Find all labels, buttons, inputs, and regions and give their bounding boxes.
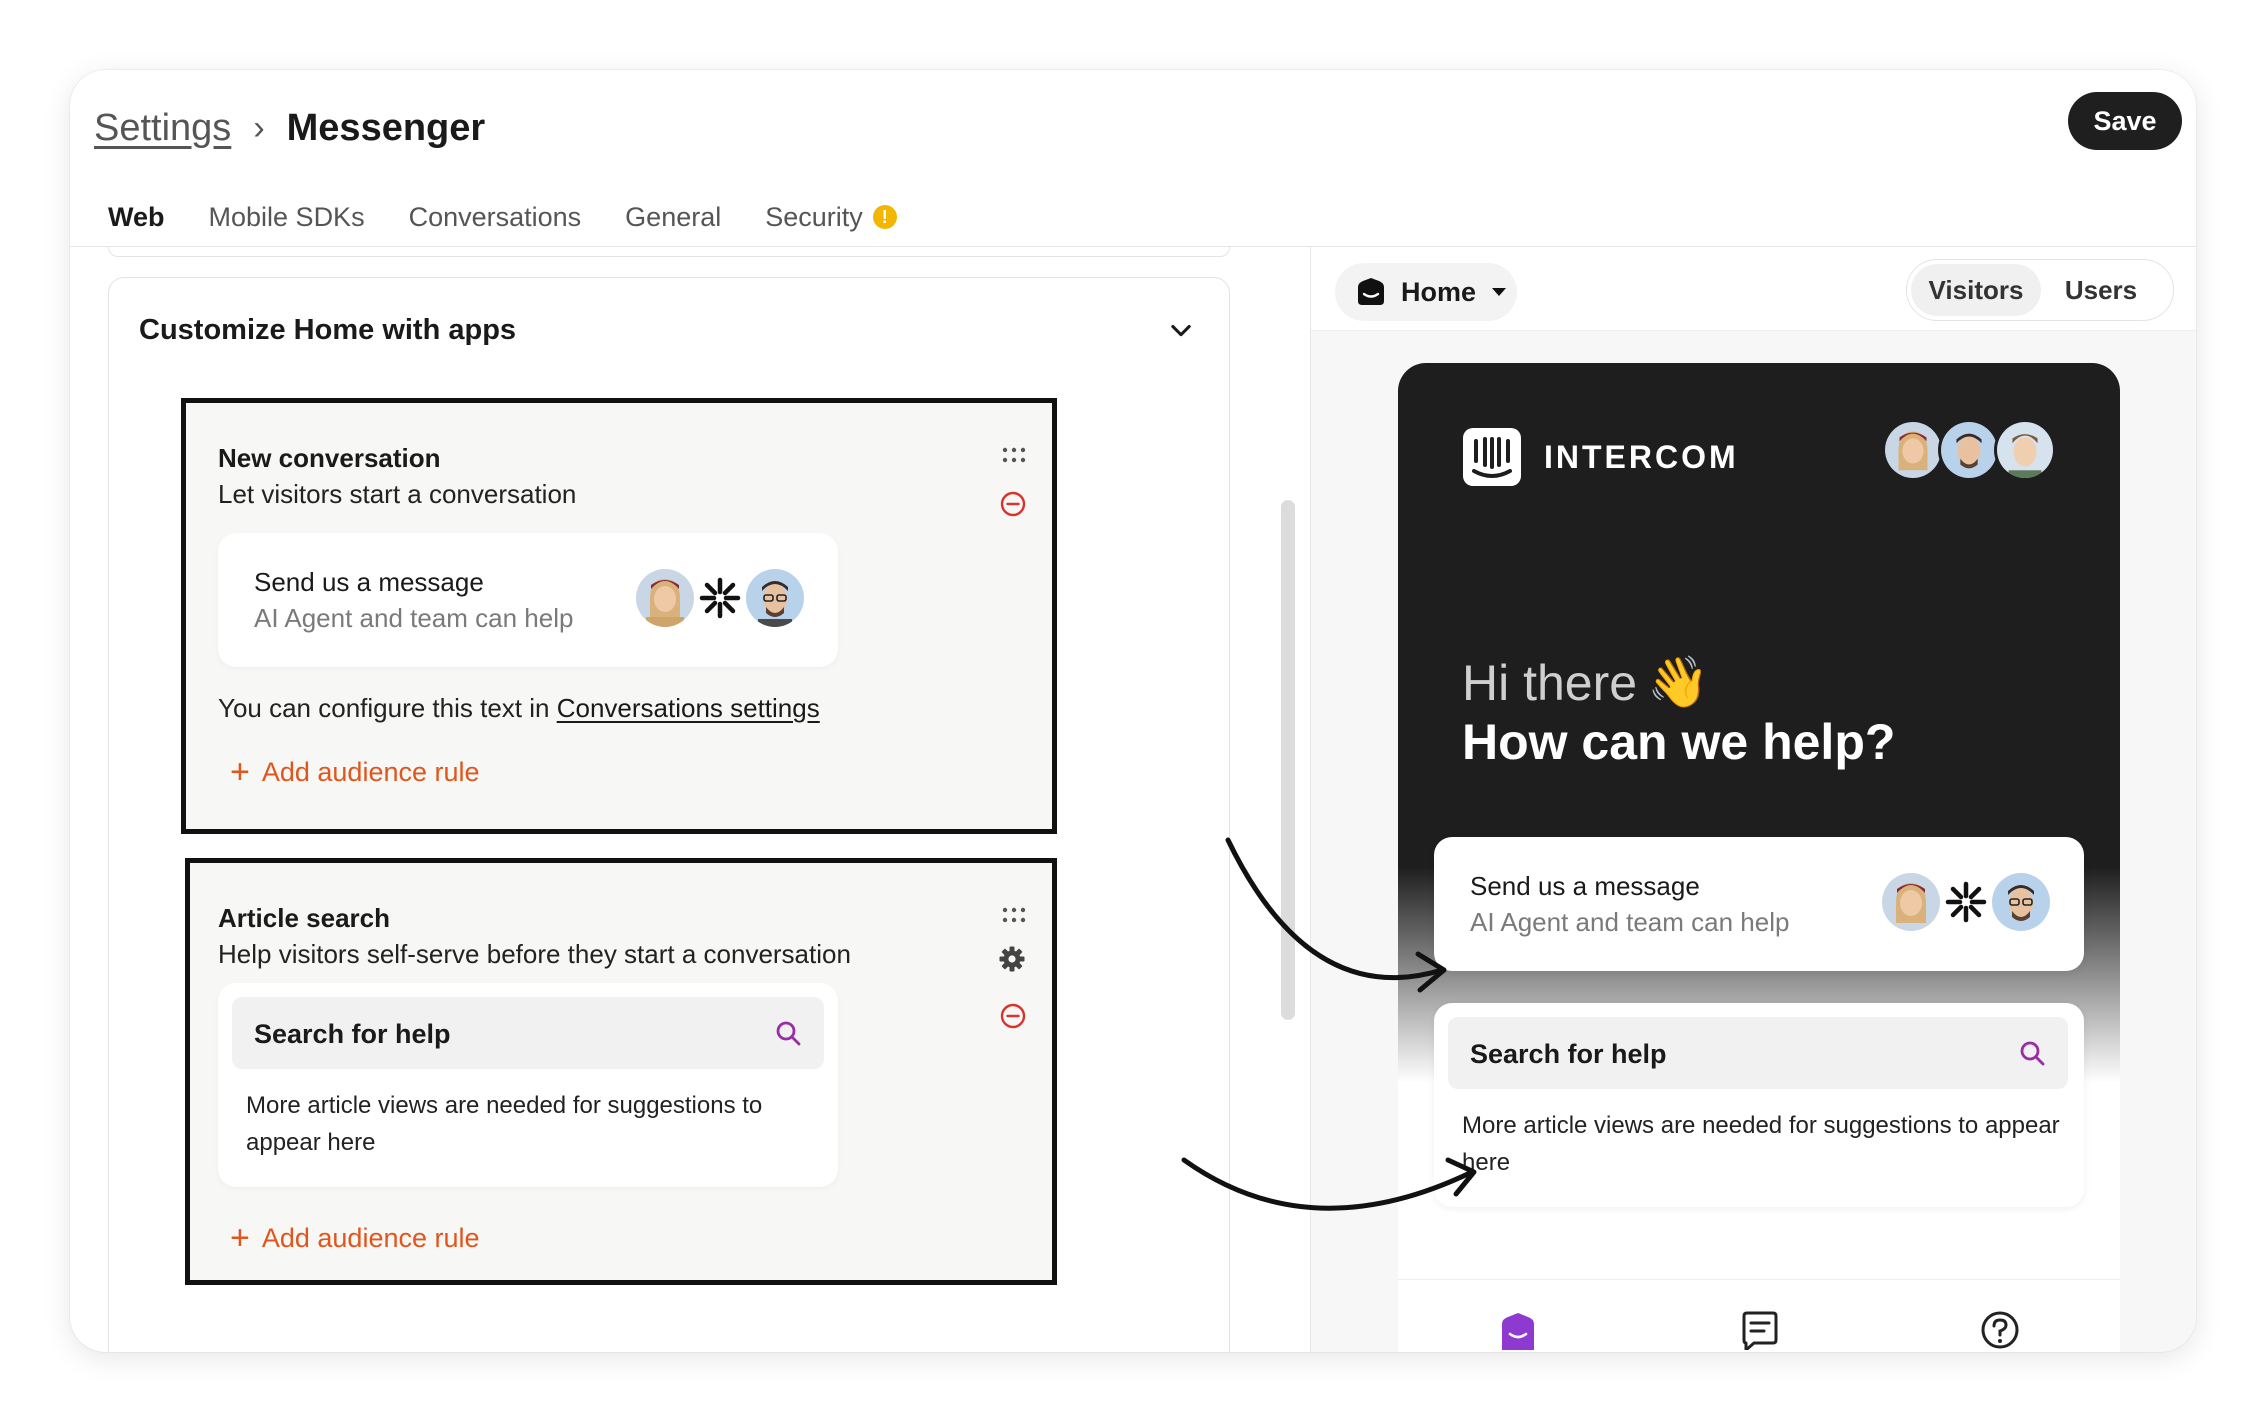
article-search-card: Search for help More article views are n… xyxy=(218,983,838,1187)
search-icon xyxy=(776,1021,801,1046)
messenger-settings-window: Settings › Messenger Save Web Mobile SDK… xyxy=(70,70,2196,1352)
preview-search-note: More article views are needed for sugges… xyxy=(1462,1112,2060,1176)
avatar xyxy=(1992,873,2050,931)
drag-handle-icon[interactable] xyxy=(1002,447,1026,463)
tab-web[interactable]: Web xyxy=(108,190,165,252)
add-audience-rule-button[interactable]: + Add audience rule xyxy=(230,755,480,789)
messenger-preview-pane: Home Visitors Users INTERCOM Hi there � xyxy=(1311,247,2196,1352)
plus-icon: + xyxy=(230,753,250,791)
preview-search-help-input[interactable]: Search for help xyxy=(1448,1017,2068,1089)
preview-search-help-label: Search for help xyxy=(1470,1039,1667,1069)
save-button[interactable]: Save xyxy=(2068,92,2182,150)
ai-agent-icon xyxy=(699,577,741,619)
tab-security[interactable]: Security ! xyxy=(765,190,897,252)
new-conversation-app: New conversation Let visitors start a co… xyxy=(181,398,1057,834)
plus-icon: + xyxy=(230,1219,250,1257)
ai-agent-icon xyxy=(1945,881,1987,923)
messenger-tabbar xyxy=(1398,1279,2120,1352)
add-audience-rule-label: Add audience rule xyxy=(261,756,480,787)
home-selector-dropdown[interactable]: Home xyxy=(1335,263,1517,321)
team-avatars xyxy=(1882,419,2056,481)
search-note: More article views are needed for sugges… xyxy=(246,1092,763,1156)
avatar xyxy=(1994,419,2056,481)
add-audience-rule-button[interactable]: + Add audience rule xyxy=(230,1221,480,1255)
config-note: You can configure this text in Conversat… xyxy=(218,693,820,724)
preview-send-message-title: Send us a message xyxy=(1470,871,1700,901)
greeting-text: Hi there xyxy=(1462,654,1638,711)
avatar xyxy=(1882,873,1940,931)
new-conversation-description: Let visitors start a conversation xyxy=(218,479,577,509)
article-search-app: Article search Help visitors self-serve … xyxy=(185,858,1057,1285)
team-avatars xyxy=(636,569,804,627)
search-icon xyxy=(2020,1041,2045,1066)
article-search-description: Help visitors self-serve before they sta… xyxy=(218,939,851,969)
previous-panel-edge xyxy=(108,247,1230,257)
send-message-card: Send us a message AI Agent and team can … xyxy=(218,533,838,667)
drag-handle-icon[interactable] xyxy=(1002,907,1026,923)
config-note-text: You can configure this text in xyxy=(218,693,557,723)
settings-pane: Customize Home with apps New conversatio… xyxy=(70,247,1270,1352)
help-tab-icon[interactable] xyxy=(1980,1310,2020,1350)
home-selector-label: Home xyxy=(1401,276,1477,307)
intercom-logo-icon xyxy=(1463,428,1521,486)
avatar xyxy=(1882,419,1944,481)
gear-icon[interactable] xyxy=(998,945,1026,973)
search-help-label: Search for help xyxy=(254,1019,451,1049)
article-search-title: Article search xyxy=(218,903,390,933)
send-message-title: Send us a message xyxy=(254,567,484,597)
tab-general[interactable]: General xyxy=(625,190,721,252)
preview-article-search-card: Search for help More article views are n… xyxy=(1434,1003,2084,1207)
toggle-users[interactable]: Users xyxy=(2041,264,2161,316)
customize-home-panel: Customize Home with apps New conversatio… xyxy=(108,277,1230,1352)
add-audience-rule-label: Add audience rule xyxy=(261,1222,480,1253)
tab-mobile-sdks-label: Mobile SDKs xyxy=(208,201,365,232)
home-icon xyxy=(1358,278,1384,305)
warning-icon: ! xyxy=(872,205,897,229)
send-message-subtitle: AI Agent and team can help xyxy=(254,603,574,633)
preview-send-message-subtitle: AI Agent and team can help xyxy=(1470,907,1790,937)
chevron-down-icon[interactable] xyxy=(1167,316,1195,344)
avatar xyxy=(636,569,694,627)
preview-send-message-card[interactable]: Send us a message AI Agent and team can … xyxy=(1434,837,2084,971)
greeting: Hi there 👋 xyxy=(1462,653,1709,712)
help-question: How can we help? xyxy=(1462,714,1896,770)
tab-conversations-label: Conversations xyxy=(408,201,582,232)
remove-circle-icon[interactable] xyxy=(1000,491,1026,517)
tab-web-label: Web xyxy=(108,201,165,232)
avatar xyxy=(1938,419,2000,481)
audience-toggle: Visitors Users xyxy=(1906,259,2174,321)
panel-title: Customize Home with apps xyxy=(139,314,517,346)
search-help-input[interactable]: Search for help xyxy=(232,997,824,1069)
avatar xyxy=(746,569,804,627)
messenger-phone-preview: INTERCOM Hi there 👋 How can we help? Sen… xyxy=(1398,363,2120,1352)
breadcrumb-settings-link[interactable]: Settings xyxy=(94,107,231,150)
toggle-visitors[interactable]: Visitors xyxy=(1911,264,2041,316)
messages-tab-icon[interactable] xyxy=(1740,1310,1780,1350)
settings-scrollbar[interactable] xyxy=(1281,500,1295,1020)
tab-general-label: General xyxy=(625,201,722,232)
breadcrumb: Settings › Messenger xyxy=(94,98,485,158)
team-avatars xyxy=(1882,873,2050,931)
conversations-settings-link[interactable]: Conversations settings xyxy=(557,693,820,723)
brand-name: INTERCOM xyxy=(1544,439,1739,475)
messenger-hero: INTERCOM Hi there 👋 How can we help? xyxy=(1398,363,2120,1083)
caret-down-icon xyxy=(1492,288,1507,296)
tab-security-label: Security xyxy=(765,201,863,232)
new-conversation-title: New conversation xyxy=(218,443,441,473)
page-title: Messenger xyxy=(286,106,486,149)
tab-conversations[interactable]: Conversations xyxy=(409,190,582,252)
breadcrumb-separator: › xyxy=(253,108,265,147)
settings-tabs: Web Mobile SDKs Conversations General Se… xyxy=(108,190,897,252)
wave-icon: 👋 xyxy=(1647,654,1710,710)
tab-mobile-sdks[interactable]: Mobile SDKs xyxy=(209,190,365,252)
home-tab-icon[interactable] xyxy=(1498,1310,1538,1350)
remove-circle-icon[interactable] xyxy=(1000,1003,1026,1029)
preview-toolbar: Home Visitors Users xyxy=(1311,247,2196,331)
